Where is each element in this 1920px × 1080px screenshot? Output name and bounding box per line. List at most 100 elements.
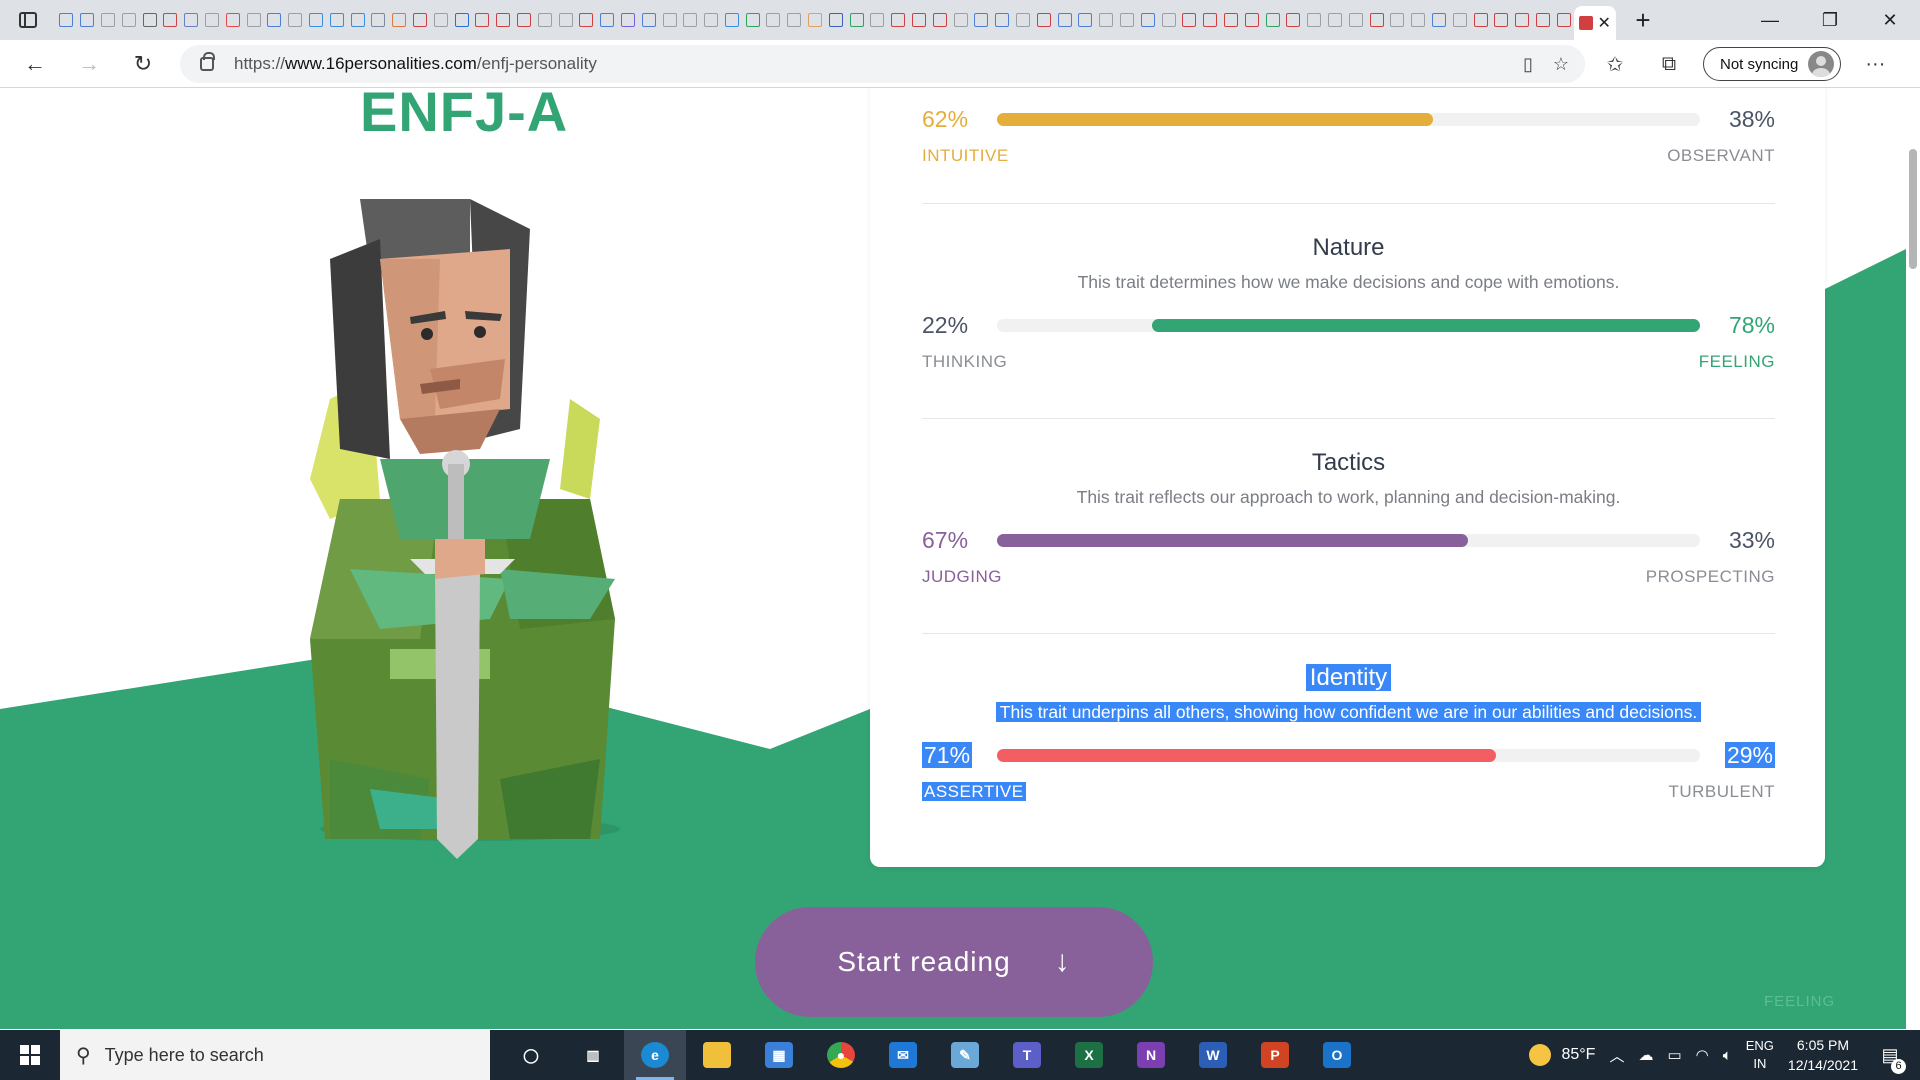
- browser-tab[interactable]: [909, 7, 930, 33]
- close-tab-icon[interactable]: ✕: [1597, 13, 1610, 33]
- start-reading-button[interactable]: Start reading ↓: [755, 907, 1153, 1017]
- taskbar-app-edge[interactable]: e: [624, 1030, 686, 1080]
- minimize-button[interactable]: —: [1740, 0, 1800, 40]
- browser-tab[interactable]: [1387, 7, 1408, 33]
- start-button[interactable]: [0, 1030, 60, 1080]
- taskbar-app-chrome[interactable]: ●: [810, 1030, 872, 1080]
- taskbar-app-task-view[interactable]: ▥: [562, 1030, 624, 1080]
- browser-tab[interactable]: [98, 7, 119, 33]
- browser-tab[interactable]: [618, 7, 639, 33]
- url-text[interactable]: https://www.16personalities.com/enfj-per…: [234, 54, 597, 74]
- taskbar-app-store[interactable]: ▦: [748, 1030, 810, 1080]
- language-indicator[interactable]: ENG IN: [1746, 1037, 1774, 1073]
- browser-tab[interactable]: [430, 7, 451, 33]
- taskbar-app-file-explorer[interactable]: [686, 1030, 748, 1080]
- browser-tab[interactable]: [118, 7, 139, 33]
- browser-tab[interactable]: [1117, 7, 1138, 33]
- browser-tab[interactable]: [597, 7, 618, 33]
- browser-tab[interactable]: [264, 7, 285, 33]
- lock-icon[interactable]: [200, 52, 215, 71]
- tab-actions-button[interactable]: [0, 0, 56, 40]
- taskbar-app-excel[interactable]: X: [1058, 1030, 1120, 1080]
- clock[interactable]: 6:05 PM 12/14/2021: [1788, 1035, 1858, 1075]
- browser-tab[interactable]: [1200, 7, 1221, 33]
- taskbar-app-notepad[interactable]: ✎: [934, 1030, 996, 1080]
- browser-tab[interactable]: [181, 7, 202, 33]
- browser-tab[interactable]: [368, 7, 389, 33]
- taskbar-search-box[interactable]: ⚲ Type here to search: [60, 1030, 490, 1080]
- browser-tab-active[interactable]: ✕: [1574, 6, 1617, 40]
- browser-tab[interactable]: [534, 7, 555, 33]
- browser-tab[interactable]: [1325, 7, 1346, 33]
- browser-tab[interactable]: [888, 7, 909, 33]
- browser-tab[interactable]: [576, 7, 597, 33]
- browser-tab[interactable]: [1345, 7, 1366, 33]
- browser-tab[interactable]: [160, 7, 181, 33]
- browser-tab[interactable]: [1408, 7, 1429, 33]
- wifi-icon[interactable]: ◠: [1696, 1046, 1709, 1064]
- browser-tab[interactable]: [1241, 7, 1262, 33]
- browser-tab[interactable]: [1449, 7, 1470, 33]
- browser-tab[interactable]: [971, 7, 992, 33]
- taskbar-app-outlook[interactable]: O: [1306, 1030, 1368, 1080]
- browser-tab[interactable]: [1366, 7, 1387, 33]
- browser-tab[interactable]: [139, 7, 160, 33]
- browser-tab[interactable]: [326, 7, 347, 33]
- browser-tab[interactable]: [1221, 7, 1242, 33]
- browser-tab[interactable]: [243, 7, 264, 33]
- refresh-button[interactable]: ↻: [116, 44, 170, 84]
- browser-tab[interactable]: [1470, 7, 1491, 33]
- browser-tab[interactable]: [1179, 7, 1200, 33]
- browser-tab[interactable]: [514, 7, 535, 33]
- browser-tab[interactable]: [805, 7, 826, 33]
- browser-tab[interactable]: [929, 7, 950, 33]
- add-favorite-icon[interactable]: ☆: [1553, 54, 1569, 75]
- browser-tab[interactable]: [722, 7, 743, 33]
- browser-tab[interactable]: [742, 7, 763, 33]
- taskbar-app-onenote[interactable]: N: [1120, 1030, 1182, 1080]
- browser-tab[interactable]: [1304, 7, 1325, 33]
- browser-tab[interactable]: [867, 7, 888, 33]
- browser-tab[interactable]: [638, 7, 659, 33]
- page-scrollbar[interactable]: [1906, 89, 1920, 1029]
- back-button[interactable]: ←: [8, 44, 62, 84]
- browser-tab[interactable]: [410, 7, 431, 33]
- browser-tab[interactable]: [1075, 7, 1096, 33]
- browser-tab[interactable]: [1033, 7, 1054, 33]
- browser-tab[interactable]: [389, 7, 410, 33]
- browser-tab[interactable]: [1137, 7, 1158, 33]
- close-window-button[interactable]: ✕: [1860, 0, 1920, 40]
- weather-widget[interactable]: 85°F: [1529, 1044, 1595, 1066]
- browser-tab[interactable]: [1262, 7, 1283, 33]
- browser-tab[interactable]: [701, 7, 722, 33]
- browser-tab[interactable]: [472, 7, 493, 33]
- browser-tab[interactable]: [950, 7, 971, 33]
- browser-tab[interactable]: [1512, 7, 1533, 33]
- notification-center-button[interactable]: ▤ 6: [1872, 1045, 1908, 1074]
- browser-tab[interactable]: [1553, 7, 1574, 33]
- immersive-reader-icon[interactable]: ▯: [1523, 54, 1533, 75]
- scrollbar-thumb[interactable]: [1909, 149, 1917, 269]
- taskbar-app-word[interactable]: W: [1182, 1030, 1244, 1080]
- browser-tab[interactable]: [846, 7, 867, 33]
- browser-tab[interactable]: [1429, 7, 1450, 33]
- browser-tab[interactable]: [659, 7, 680, 33]
- browser-tab[interactable]: [1054, 7, 1075, 33]
- taskbar-app-teams[interactable]: T: [996, 1030, 1058, 1080]
- volume-icon[interactable]: 🔈︎: [1723, 1047, 1732, 1064]
- browser-tab[interactable]: [77, 7, 98, 33]
- browser-tab[interactable]: [555, 7, 576, 33]
- address-bar[interactable]: https://www.16personalities.com/enfj-per…: [180, 45, 1585, 83]
- browser-tab[interactable]: [1533, 7, 1554, 33]
- favorites-icon[interactable]: ✩: [1595, 52, 1635, 77]
- browser-tab[interactable]: [56, 7, 77, 33]
- restore-button[interactable]: ❐: [1800, 0, 1860, 40]
- onedrive-icon[interactable]: ☁: [1638, 1046, 1653, 1064]
- browser-tab[interactable]: [1158, 7, 1179, 33]
- browser-tab[interactable]: [680, 7, 701, 33]
- browser-tab[interactable]: [451, 7, 472, 33]
- taskbar-app-powerpoint[interactable]: P: [1244, 1030, 1306, 1080]
- browser-tab[interactable]: [1491, 7, 1512, 33]
- taskbar-app-mail[interactable]: ✉: [872, 1030, 934, 1080]
- browser-tab[interactable]: [1283, 7, 1304, 33]
